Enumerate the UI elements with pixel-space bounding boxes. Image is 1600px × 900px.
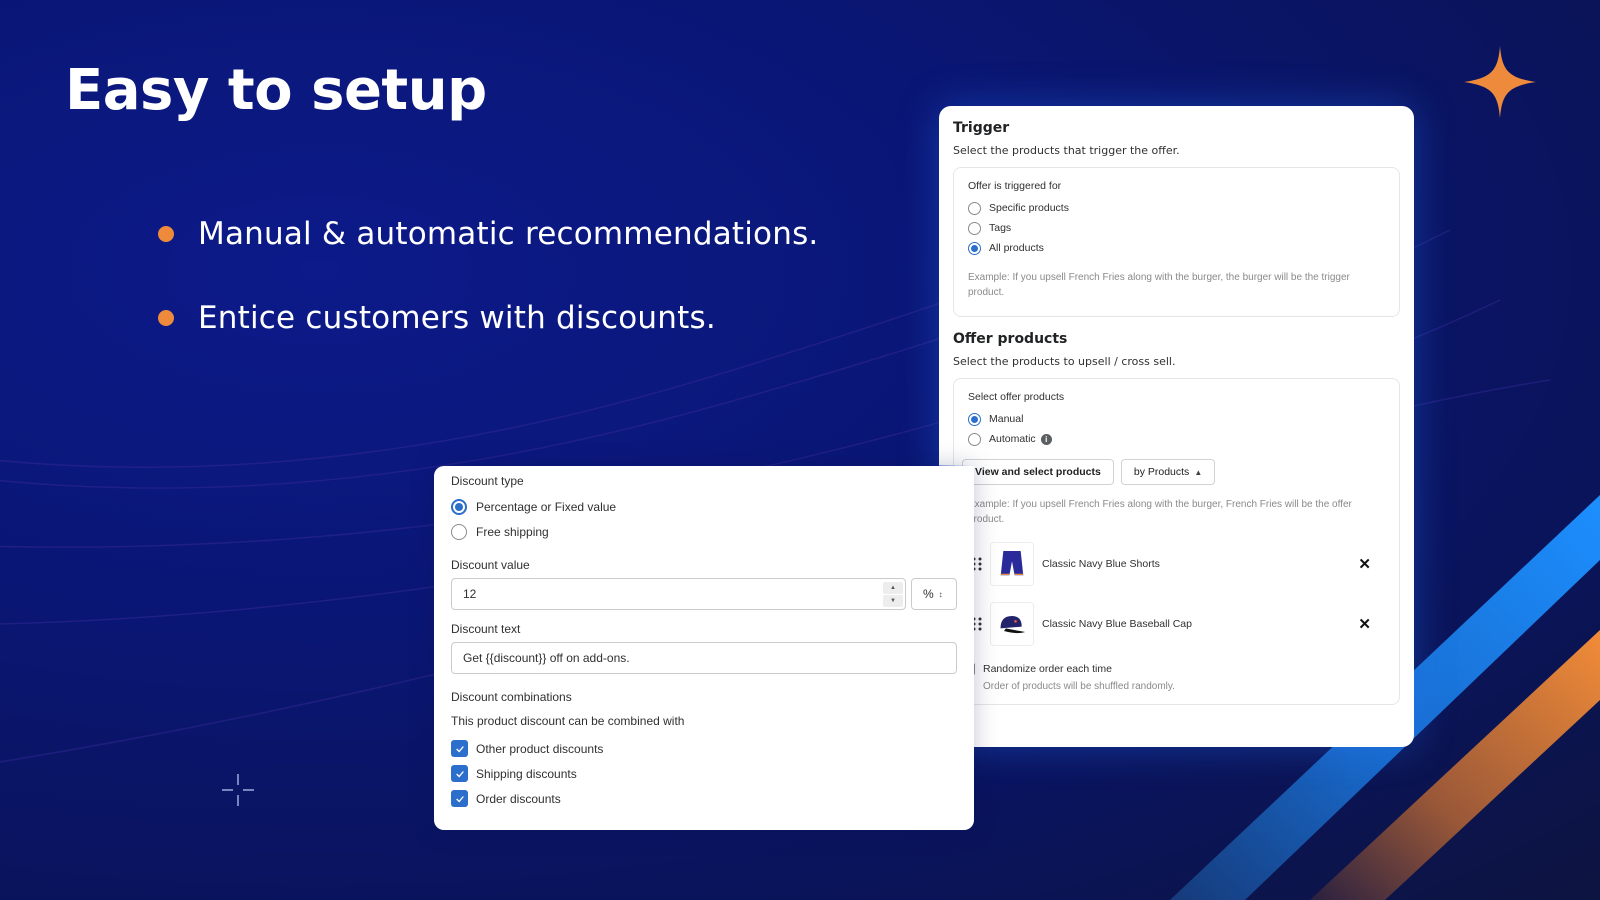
combination-order[interactable]: Order discounts	[451, 786, 957, 811]
combinations-subtitle: This product discount can be combined wi…	[451, 714, 685, 728]
product-thumbnail	[990, 542, 1034, 586]
discount-value-row: 12 ▲ ▼ % ↕	[451, 578, 957, 610]
randomize-help: Order of products will be shuffled rando…	[983, 681, 1175, 692]
radio-label: All products	[989, 242, 1044, 254]
trigger-subtitle: Select the products that trigger the off…	[953, 144, 1180, 157]
radio-button[interactable]	[968, 221, 981, 235]
page-headline: Easy to setup	[65, 58, 487, 123]
trigger-option-specific-products[interactable]: Specific products	[968, 198, 1385, 218]
checkbox-checked[interactable]	[451, 740, 468, 757]
radio-button-selected[interactable]	[968, 241, 981, 255]
offer-actions: View and select products by Products ▲︎	[962, 459, 1385, 485]
radio-button[interactable]	[968, 201, 981, 215]
discount-value: 12	[463, 587, 477, 601]
radio-label: Manual	[989, 413, 1024, 425]
radio-label: Automatic	[989, 433, 1036, 445]
randomize-label: Randomize order each time	[983, 663, 1112, 675]
feature-list: Manual & automatic recommendations. Enti…	[158, 214, 818, 382]
bullet-dot-icon	[158, 226, 174, 242]
info-icon[interactable]: i	[1040, 433, 1052, 445]
bullet-dot-icon	[158, 310, 174, 326]
radio-label: Percentage or Fixed value	[476, 499, 617, 514]
discount-type-label: Discount type	[451, 474, 524, 488]
feature-text: Manual & automatic recommendations.	[198, 216, 819, 252]
offer-help-text: Example: If you upsell French Fries alon…	[968, 499, 1352, 525]
product-name: Classic Navy Blue Baseball Cap	[1042, 618, 1192, 630]
sparkle-star-icon	[1464, 46, 1536, 118]
checkbox-checked[interactable]	[451, 790, 468, 807]
feature-item: Entice customers with discounts.	[158, 298, 818, 338]
product-row: Classic Navy Blue Baseball Cap ✕	[968, 601, 1385, 647]
discount-text-label: Discount text	[451, 622, 521, 636]
randomize-order-checkbox[interactable]: Randomize order each time	[964, 663, 1385, 675]
offer-group-label: Select offer products	[968, 391, 1065, 403]
radio-label: Free shipping	[476, 524, 549, 539]
discount-value-label: Discount value	[451, 558, 530, 572]
trigger-title: Trigger	[953, 120, 1010, 136]
product-name: Classic Navy Blue Shorts	[1042, 558, 1160, 570]
view-select-products-button[interactable]: View and select products	[962, 459, 1114, 485]
offer-box: Select offer products Manual Automatic i…	[953, 378, 1400, 705]
trigger-box: Offer is triggered for Specific products…	[953, 167, 1400, 317]
checkbox-label: Other product discounts	[476, 741, 604, 756]
increment-icon[interactable]: ▲	[883, 581, 903, 594]
discount-type-percentage[interactable]: Percentage or Fixed value	[451, 494, 957, 519]
sort-by-value: by Products	[1133, 466, 1190, 478]
product-row: Classic Navy Blue Shorts ✕	[968, 541, 1385, 587]
checkmark-icon	[455, 745, 464, 752]
offer-option-manual[interactable]: Manual	[968, 409, 1385, 429]
radio-button[interactable]	[451, 523, 467, 540]
number-stepper[interactable]: ▲ ▼	[883, 581, 903, 607]
radio-label: Specific products	[989, 202, 1069, 214]
radio-button-selected[interactable]	[968, 412, 981, 426]
trigger-help-text: Example: If you upsell French Fries alon…	[968, 272, 1350, 298]
sort-by-select[interactable]: by Products ▲︎	[1120, 459, 1216, 485]
checkmark-icon	[455, 795, 464, 802]
discount-text-input[interactable]: Get {{discount}} off on add-ons.	[451, 642, 957, 674]
discount-type-free-shipping[interactable]: Free shipping	[451, 519, 957, 544]
radio-label: Tags	[989, 222, 1012, 234]
checkbox-label: Order discounts	[476, 791, 561, 806]
feature-text: Entice customers with discounts.	[198, 300, 716, 336]
crosshair-icon	[222, 774, 254, 806]
discount-settings-card: Discount type Percentage or Fixed value …	[434, 466, 974, 830]
combination-other-product[interactable]: Other product discounts	[451, 736, 957, 761]
offer-title: Offer products	[953, 331, 1068, 347]
radio-button-selected[interactable]	[451, 498, 467, 515]
trigger-group-label: Offer is triggered for	[968, 180, 1062, 192]
checkbox-checked[interactable]	[451, 765, 468, 782]
combinations-label: Discount combinations	[451, 690, 572, 704]
shorts-icon	[1000, 551, 1024, 576]
select-arrows-icon: ▲︎	[1194, 467, 1203, 477]
feature-item: Manual & automatic recommendations.	[158, 214, 818, 254]
trigger-option-all-products[interactable]: All products	[968, 238, 1385, 258]
discount-text-value: Get {{discount}} off on add-ons.	[463, 651, 630, 665]
offer-subtitle: Select the products to upsell / cross se…	[953, 355, 1176, 368]
checkmark-icon	[455, 770, 464, 777]
remove-product-icon[interactable]: ✕	[1358, 555, 1371, 573]
offer-settings-card: Trigger Select the products that trigger…	[939, 106, 1414, 747]
cap-icon	[1000, 616, 1026, 634]
offer-option-automatic[interactable]: Automatic i	[968, 429, 1385, 449]
remove-product-icon[interactable]: ✕	[1358, 615, 1371, 633]
radio-button[interactable]	[968, 432, 981, 446]
select-arrows-icon: ↕	[938, 589, 943, 599]
trigger-option-tags[interactable]: Tags	[968, 218, 1385, 238]
discount-value-input[interactable]: 12 ▲ ▼	[451, 578, 906, 610]
discount-unit: %	[923, 587, 934, 601]
decrement-icon[interactable]: ▼	[883, 594, 903, 607]
combination-shipping[interactable]: Shipping discounts	[451, 761, 957, 786]
discount-unit-select[interactable]: % ↕	[911, 578, 957, 610]
product-thumbnail	[990, 602, 1034, 646]
checkbox-label: Shipping discounts	[476, 766, 577, 781]
